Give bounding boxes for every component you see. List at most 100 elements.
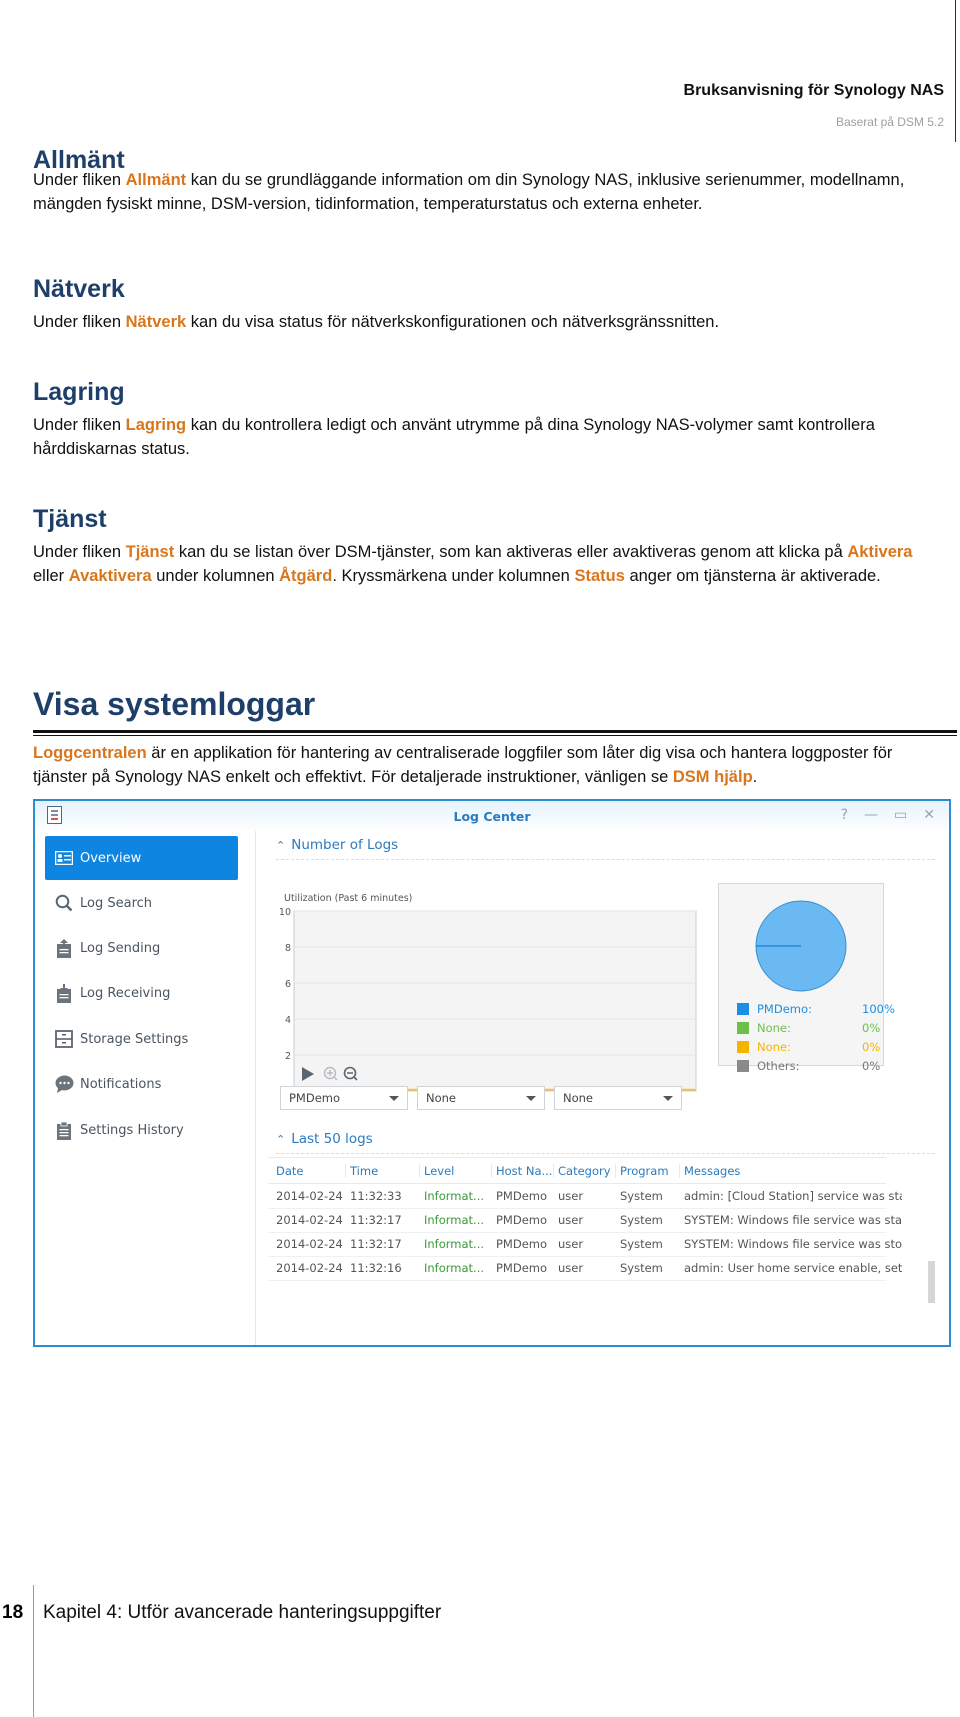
table-cell: user xyxy=(558,1260,584,1275)
highlighted-term: Nätverk xyxy=(125,313,187,331)
legend-label: Others: xyxy=(757,1059,800,1073)
host-dropdown-1[interactable]: PMDemo xyxy=(280,1086,408,1110)
host-dropdown-2[interactable]: None xyxy=(417,1086,545,1110)
table-cell: 2014-02-24 xyxy=(276,1188,343,1203)
highlighted-term: Tjänst xyxy=(125,543,175,561)
paragraph-lagring: Under fliken Lagring kan du kontrollera … xyxy=(33,413,938,461)
plot-area xyxy=(293,910,697,1092)
minimize-icon[interactable]: — xyxy=(864,807,878,823)
column-header[interactable]: Program xyxy=(615,1163,682,1178)
table-cell: Informat... xyxy=(424,1212,485,1227)
chevron-down-icon xyxy=(389,1096,399,1101)
sidebar-item-label: Notifications xyxy=(80,1076,162,1092)
page-margin-line xyxy=(955,0,956,142)
paragraph-text: eller xyxy=(33,567,69,585)
number-of-logs-toggle[interactable]: ⌃ Number of Logs xyxy=(276,837,398,853)
table-row[interactable]: 2014-02-24 11:32:33 Informat... PMDemo user S… xyxy=(268,1183,902,1209)
sidebar-item-label: Storage Settings xyxy=(80,1031,189,1047)
table-header: Date Time Level Host Na... Category Program Me… xyxy=(268,1157,886,1184)
sidebar-item-label: Settings History xyxy=(80,1122,184,1138)
heading-rule-thin xyxy=(33,735,957,736)
heading-tjanst: Tjänst xyxy=(33,505,107,533)
column-header[interactable]: Level xyxy=(419,1163,494,1178)
paragraph-text: Under fliken xyxy=(33,416,126,434)
column-header[interactable]: Category xyxy=(553,1163,618,1178)
heading-visa-systemloggar: Visa systemloggar xyxy=(33,686,316,722)
highlighted-term: Allmänt xyxy=(125,171,187,189)
table-cell: user xyxy=(558,1236,584,1251)
chapter-title: Kapitel 4: Utför avancerade hanteringsup… xyxy=(43,1602,442,1623)
pie-panel: PMDemo: 100% None: 0% None: 0% Others: 0% xyxy=(718,883,895,1073)
last-logs-toggle[interactable]: ⌃ Last 50 logs xyxy=(276,1131,373,1147)
legend-label: PMDemo: xyxy=(757,1002,812,1016)
y-tick-label: 4 xyxy=(285,1015,291,1026)
chevron-down-icon xyxy=(526,1096,536,1101)
sidebar-item-log-sending[interactable]: Log Sending xyxy=(45,926,238,970)
table-cell: SYSTEM: Windows file service was start..… xyxy=(684,1212,902,1227)
highlighted-term: Lagring xyxy=(125,416,187,434)
column-header[interactable]: Host Na... xyxy=(491,1163,556,1178)
sidebar-item-label: Log Sending xyxy=(80,940,161,956)
last-logs-title: Last 50 logs xyxy=(291,1131,373,1147)
table-cell: PMDemo xyxy=(496,1260,548,1275)
highlighted-term: Aktivera xyxy=(847,543,913,561)
table-row[interactable]: 2014-02-24 11:32:17 Informat... PMDemo user S… xyxy=(268,1231,902,1257)
document-subtitle: Baserat på DSM 5.2 xyxy=(835,115,944,129)
sidebar-item-log-receiving[interactable]: Log Receiving xyxy=(45,971,238,1015)
notifications-icon xyxy=(54,1074,74,1094)
heading-natverk: Nätverk xyxy=(33,275,125,303)
sidebar-item-settings-history[interactable]: Settings History xyxy=(45,1108,238,1152)
highlighted-term: Status xyxy=(574,567,625,585)
paragraph-allmant: Under fliken Allmänt kan du se grundlägg… xyxy=(33,168,938,216)
column-header[interactable]: Date xyxy=(276,1164,348,1178)
column-header[interactable]: Messages xyxy=(679,1163,902,1178)
table-cell: Informat... xyxy=(424,1236,485,1251)
log-sending-icon xyxy=(54,938,74,958)
legend-swatch xyxy=(737,1041,749,1053)
paragraph-text: . Kryssmärkena under kolumnen xyxy=(332,567,575,585)
legend-label: None: xyxy=(757,1040,791,1054)
chart-title: Utilization (Past 6 minutes) xyxy=(284,893,412,904)
chevron-up-icon: ⌃ xyxy=(276,839,286,852)
window-titlebar[interactable]: Log Center ? — ▭ ✕ xyxy=(35,801,949,831)
legend-swatch xyxy=(737,1022,749,1034)
table-scrollbar[interactable] xyxy=(928,1261,935,1303)
paragraph-text: kan du visa status för nätverkskonfigura… xyxy=(186,313,720,331)
column-header[interactable]: Time xyxy=(345,1163,422,1178)
legend-item: Others: 0% xyxy=(737,1059,880,1073)
heading-lagring: Lagring xyxy=(33,378,125,406)
sidebar-item-overview[interactable]: Overview xyxy=(45,836,238,880)
paragraph-tjanst: Under fliken Tjänst kan du se listan öve… xyxy=(33,540,938,588)
table-cell: user xyxy=(558,1188,584,1203)
y-tick-label: 10 xyxy=(279,907,291,918)
overview-icon xyxy=(54,848,74,868)
sidebar-item-notifications[interactable]: Notifications xyxy=(45,1062,238,1106)
host-dropdown-3[interactable]: None xyxy=(554,1086,682,1110)
close-icon[interactable]: ✕ xyxy=(923,807,935,823)
heading-rule xyxy=(33,730,957,733)
page-number: 18 xyxy=(2,1602,24,1623)
paragraph-text: är en applikation för hantering av centr… xyxy=(33,744,893,786)
maximize-icon[interactable]: ▭ xyxy=(894,807,907,823)
table-cell: System xyxy=(620,1188,663,1203)
table-cell: System xyxy=(620,1260,663,1275)
paragraph-text: kan du se listan över DSM-tjänster, som … xyxy=(174,543,848,561)
utilization-chart: Utilization (Past 6 minutes)024681013:51… xyxy=(256,859,756,1106)
sidebar-item-storage-settings[interactable]: Storage Settings xyxy=(45,1017,238,1061)
paragraph-text: under kolumnen xyxy=(151,567,280,585)
paragraph-natverk: Under fliken Nätverk kan du visa status … xyxy=(33,310,938,334)
table-row[interactable]: 2014-02-24 11:32:16 Informat... PMDemo user S… xyxy=(268,1255,902,1281)
settings-history-icon xyxy=(54,1120,74,1140)
table-row[interactable]: 2014-02-24 11:32:17 Informat... PMDemo user S… xyxy=(268,1207,902,1233)
sidebar-item-log-search[interactable]: Log Search xyxy=(45,881,238,925)
paragraph-loggcentralen: Loggcentralen är en applikation för hant… xyxy=(33,741,938,789)
chevron-up-icon: ⌃ xyxy=(276,1133,286,1146)
help-icon[interactable]: ? xyxy=(841,807,848,823)
table-cell: 2014-02-24 xyxy=(276,1260,343,1275)
legend-value: 0% xyxy=(862,1040,881,1054)
table-cell: 11:32:17 xyxy=(350,1236,402,1251)
table-cell: Informat... xyxy=(424,1260,485,1275)
sidebar: Overview Log Search Log Sending Log Rece… xyxy=(35,831,256,1345)
table-cell: Informat... xyxy=(424,1188,485,1203)
window-title: Log Center xyxy=(453,809,531,824)
